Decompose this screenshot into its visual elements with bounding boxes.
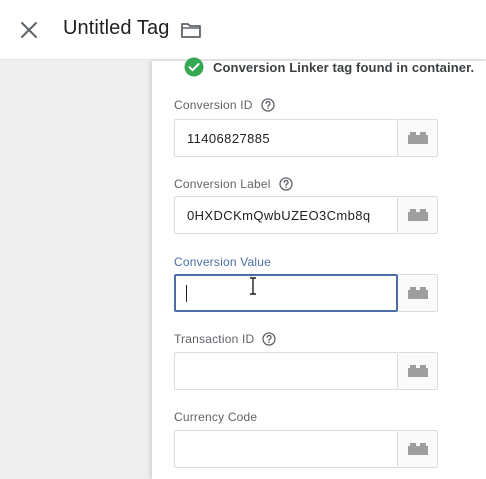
tag-name-title[interactable]: Untitled Tag <box>63 17 169 40</box>
background-gutter <box>0 61 152 479</box>
variable-brick-icon <box>407 287 428 299</box>
conversion-label-input[interactable]: 0HXDCKmQwbUZEO3Cmb8q <box>174 196 398 234</box>
variable-brick-icon <box>407 132 428 144</box>
check-circle-icon <box>184 57 204 77</box>
variable-picker-button-currency-code[interactable] <box>398 430 438 468</box>
help-icon[interactable] <box>262 332 277 346</box>
variable-brick-icon <box>407 365 428 377</box>
variable-brick-icon <box>407 443 428 455</box>
help-icon[interactable] <box>278 177 293 191</box>
field-label-currency-code: Currency Code <box>174 410 257 424</box>
variable-picker-button-transaction-id[interactable] <box>398 352 438 390</box>
label-text: Currency Code <box>174 410 258 424</box>
variable-brick-icon <box>407 209 428 221</box>
input-value: 11406827885 <box>187 130 270 146</box>
variable-picker-button-conversion-id[interactable] <box>398 119 438 157</box>
label-text: Transaction ID <box>174 332 255 346</box>
variable-picker-button-conversion-label[interactable] <box>398 196 438 234</box>
field-label-conversion-value: Conversion Value <box>174 255 271 269</box>
folder-icon[interactable] <box>180 20 202 40</box>
currency-code-input[interactable] <box>174 430 398 468</box>
help-icon[interactable] <box>260 98 275 112</box>
label-text: Conversion Value <box>174 255 272 269</box>
variable-picker-button-conversion-value[interactable] <box>398 274 438 312</box>
status-message: Conversion Linker tag found in container… <box>213 59 475 75</box>
close-icon[interactable] <box>18 19 40 41</box>
tag-editor-header: Untitled Tag <box>0 0 486 60</box>
text-caret <box>186 284 187 302</box>
input-value: 0HXDCKmQwbUZEO3Cmb8q <box>187 207 371 223</box>
text-cursor-icon <box>250 277 256 295</box>
transaction-id-input[interactable] <box>174 352 398 390</box>
conversion-value-input[interactable] <box>174 274 398 312</box>
conversion-id-input[interactable]: 11406827885 <box>174 119 398 157</box>
field-label-conversion-id: Conversion ID <box>174 98 275 112</box>
linker-status: Conversion Linker tag found in container… <box>184 57 474 77</box>
label-text: Conversion Label <box>174 177 271 191</box>
field-label-transaction-id: Transaction ID <box>174 332 277 346</box>
label-text: Conversion ID <box>174 98 253 112</box>
field-label-conversion-label: Conversion Label <box>174 177 293 191</box>
